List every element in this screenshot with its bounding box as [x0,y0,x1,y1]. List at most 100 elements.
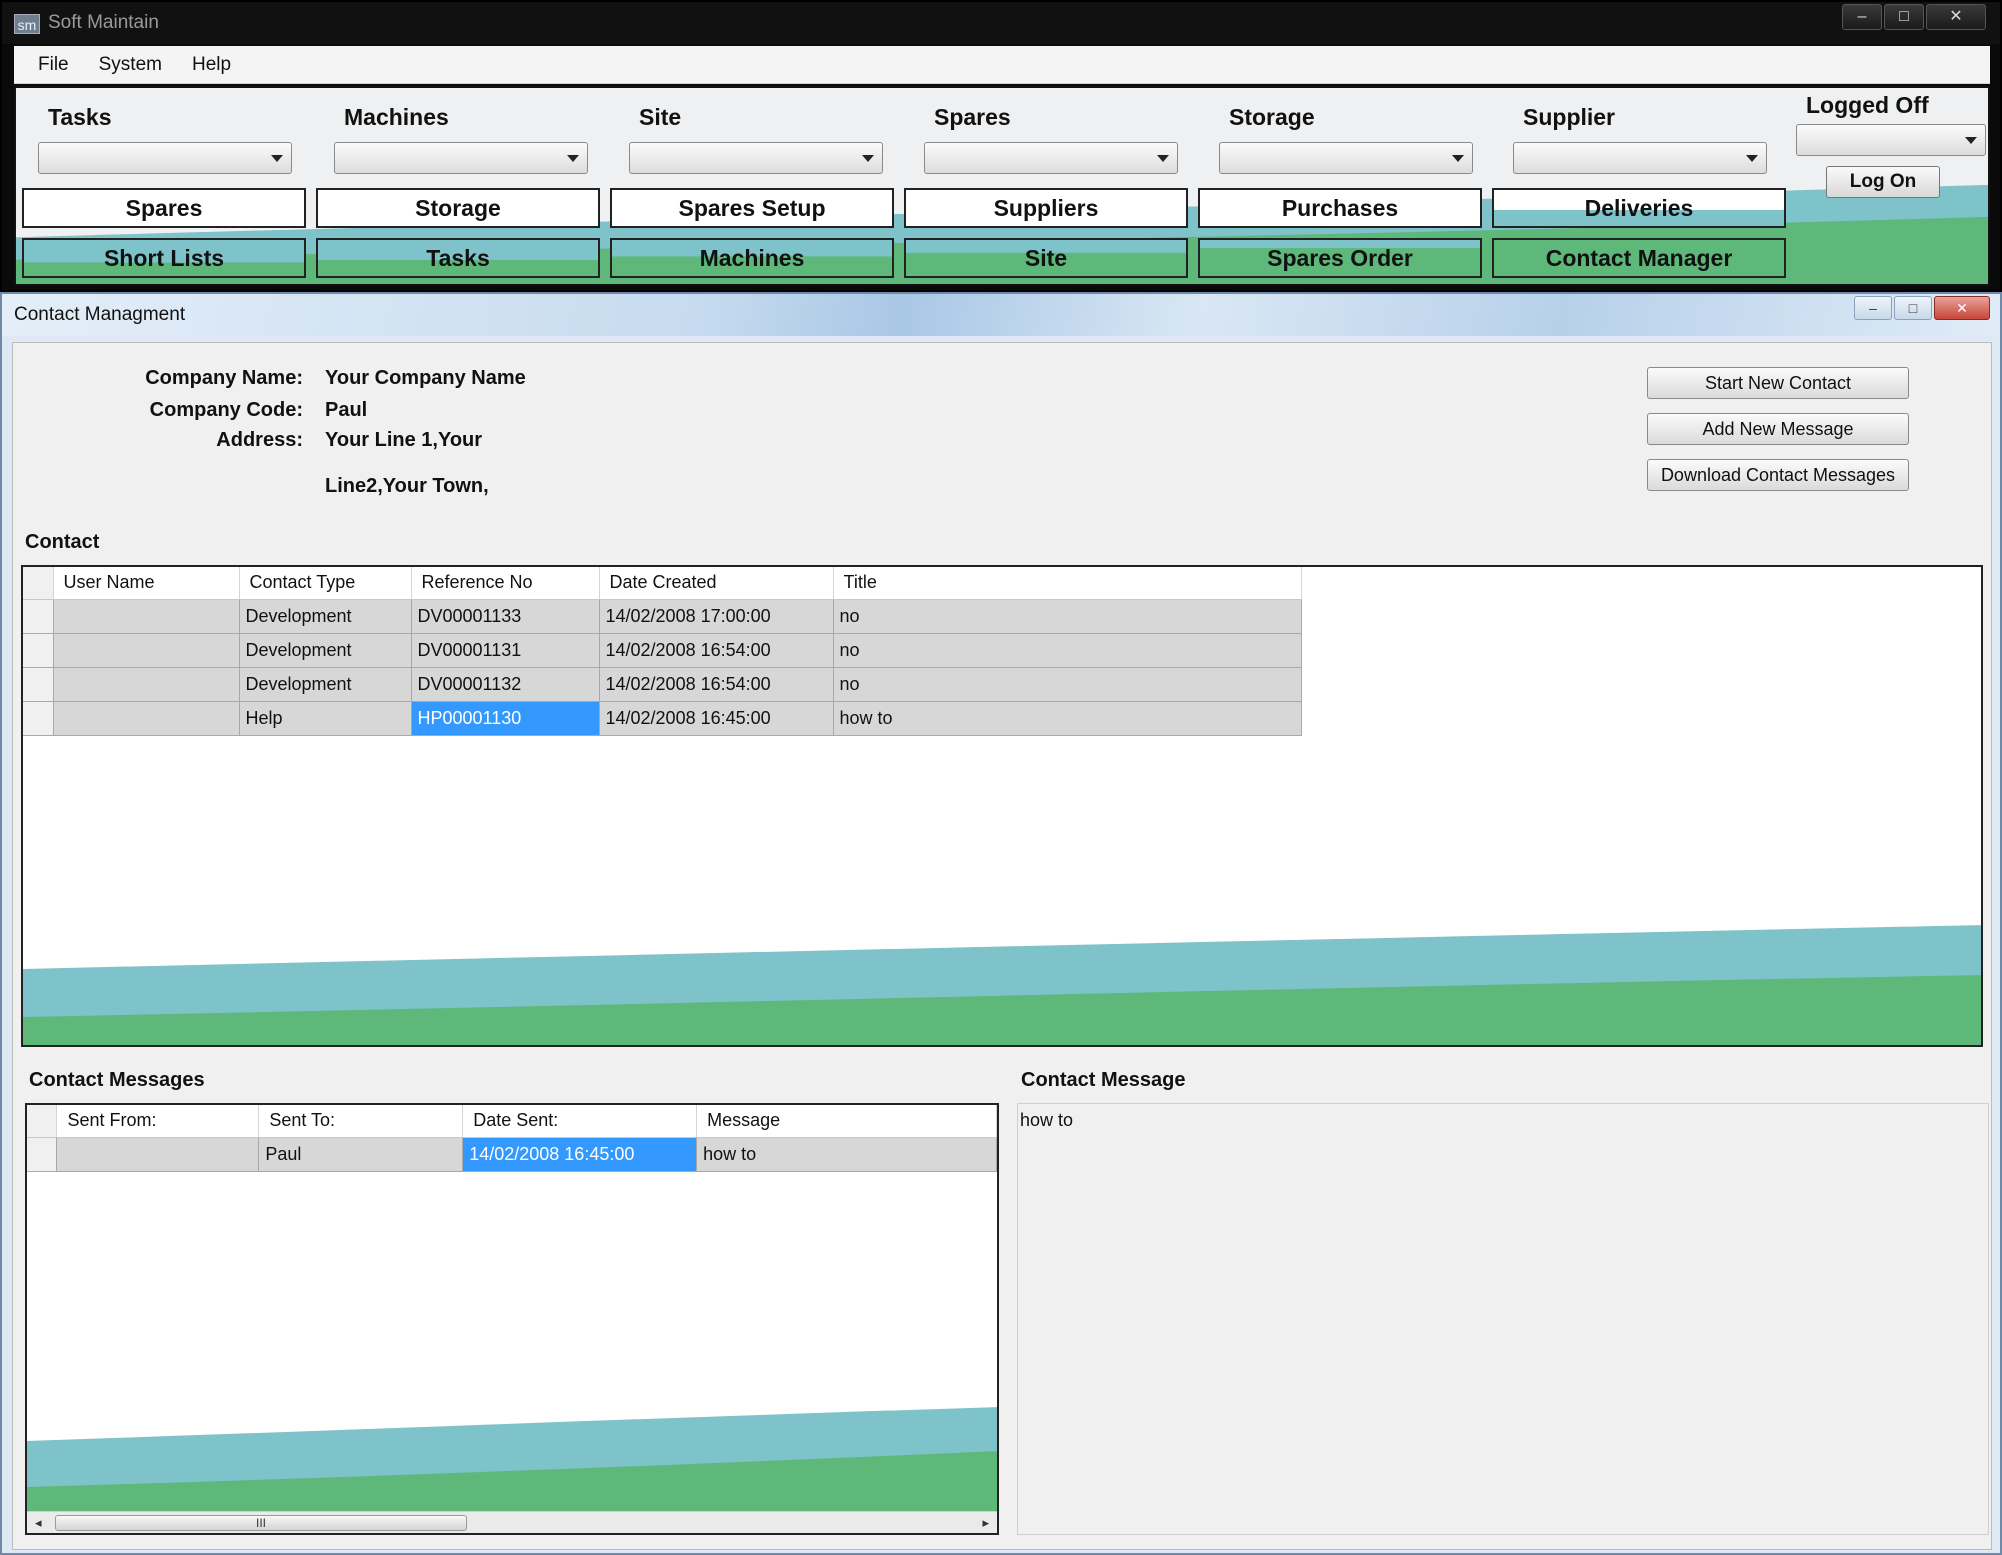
contact-messages-section-title: Contact Messages [29,1069,205,1091]
scroll-thumb[interactable]: III [55,1515,467,1531]
site-combo[interactable] [629,142,883,174]
machines-button[interactable]: Machines [610,238,894,278]
row-header[interactable] [27,1137,58,1172]
deliveries-button[interactable]: Deliveries [1492,188,1786,228]
contact-management-window: Contact Managment – □ ✕ Company Name: Yo… [0,292,2002,1555]
scroll-right-icon[interactable]: ▸ [982,1515,989,1531]
user-combo[interactable] [1796,124,1986,156]
column-header-date-created[interactable]: Date Created [599,567,834,600]
table-row[interactable]: Development DV00001132 14/02/2008 16:54:… [23,667,1302,702]
close-icon[interactable]: ✕ [1926,4,1986,30]
cell-reference-no[interactable]: DV00001131 [411,633,600,668]
chevron-down-icon [1746,155,1758,162]
cell-contact-type[interactable]: Development [239,599,412,634]
table-row[interactable]: Help HP00001130 14/02/2008 16:45:00 how … [23,701,1302,736]
machines-combo[interactable] [334,142,588,174]
cell-contact-type[interactable]: Help [239,701,412,736]
cell-reference-no-selected[interactable]: HP00001130 [411,701,600,736]
cell-date-sent-selected[interactable]: 14/02/2008 16:45:00 [462,1137,698,1172]
storage-button[interactable]: Storage [316,188,600,228]
cell-sent-from[interactable] [56,1137,260,1172]
menu-bar: File System Help [14,46,1990,84]
row-header[interactable] [23,701,54,736]
cell-contact-type[interactable]: Development [239,633,412,668]
company-code-label: Company Code: [149,399,303,421]
title-bar[interactable]: sm Soft Maintain – □ ✕ [2,2,2000,44]
column-header-title[interactable]: Title [833,567,1302,600]
tasks-button[interactable]: Tasks [316,238,600,278]
contact-message-section-title: Contact Message [1021,1069,1186,1091]
close-icon[interactable]: ✕ [1934,296,1990,320]
column-header-reference-no[interactable]: Reference No [411,567,600,600]
row-header[interactable] [23,599,54,634]
restore-icon[interactable]: □ [1894,296,1932,320]
supplier-combo[interactable] [1513,142,1767,174]
download-contact-messages-button[interactable]: Download Contact Messages [1647,459,1909,491]
cell-user-name[interactable] [53,599,240,634]
cell-user-name[interactable] [53,633,240,668]
site-button[interactable]: Site [904,238,1188,278]
add-new-message-button[interactable]: Add New Message [1647,413,1909,445]
horizontal-scrollbar[interactable]: ◂ III ▸ [27,1511,997,1533]
spares-order-button[interactable]: Spares Order [1198,238,1482,278]
contact-manager-button[interactable]: Contact Manager [1492,238,1786,278]
table-header-row: User Name Contact Type Reference No Date… [23,567,1302,600]
cell-sent-to[interactable]: Paul [258,1137,464,1172]
suppliers-button[interactable]: Suppliers [904,188,1188,228]
menu-help[interactable]: Help [192,54,231,76]
spares-setup-button[interactable]: Spares Setup [610,188,894,228]
contact-messages-table: Sent From: Sent To: Date Sent: Message P… [27,1105,997,1172]
chevron-down-icon [1157,155,1169,162]
table-row[interactable]: Paul 14/02/2008 16:45:00 how to [27,1137,997,1172]
chevron-down-icon [1452,155,1464,162]
column-header-sent-to[interactable]: Sent To: [258,1105,464,1138]
cell-title[interactable]: how to [833,701,1302,736]
cell-reference-no[interactable]: DV00001132 [411,667,600,702]
minimize-icon[interactable]: – [1842,4,1882,30]
cell-title[interactable]: no [833,599,1302,634]
column-header-message[interactable]: Message [696,1105,997,1138]
site-combo-label: Site [639,104,682,130]
menu-file[interactable]: File [38,54,69,76]
maximize-icon[interactable]: □ [1884,4,1924,30]
menu-system[interactable]: System [99,54,162,76]
spares-combo[interactable] [924,142,1178,174]
supplier-combo-label: Supplier [1523,104,1616,130]
chevron-down-icon [1965,137,1977,144]
cell-contact-type[interactable]: Development [239,667,412,702]
cell-title[interactable]: no [833,633,1302,668]
column-header-date-sent[interactable]: Date Sent: [462,1105,698,1138]
column-header-contact-type[interactable]: Contact Type [239,567,412,600]
table-row[interactable]: Development DV00001131 14/02/2008 16:54:… [23,633,1302,668]
purchases-button[interactable]: Purchases [1198,188,1482,228]
cell-user-name[interactable] [53,667,240,702]
short-lists-button[interactable]: Short Lists [22,238,306,278]
minimize-icon[interactable]: – [1854,296,1892,320]
navigation-panel: Tasks Machines Site Spares Storage Suppl… [14,86,1990,286]
spares-button[interactable]: Spares [22,188,306,228]
cell-date-created[interactable]: 14/02/2008 16:45:00 [599,701,834,736]
row-header[interactable] [23,667,54,702]
contact-messages-grid[interactable]: Sent From: Sent To: Date Sent: Message P… [25,1103,999,1535]
machines-combo-label: Machines [344,104,449,130]
storage-combo[interactable] [1219,142,1473,174]
cell-date-created[interactable]: 14/02/2008 16:54:00 [599,667,834,702]
table-row[interactable]: Development DV00001133 14/02/2008 17:00:… [23,599,1302,634]
scroll-left-icon[interactable]: ◂ [35,1515,42,1531]
tasks-combo[interactable] [38,142,292,174]
cell-title[interactable]: no [833,667,1302,702]
cell-date-created[interactable]: 14/02/2008 16:54:00 [599,633,834,668]
contact-management-body: Company Name: Your Company Name Company … [12,342,1992,1550]
cell-user-name[interactable] [53,701,240,736]
contact-message-textbox[interactable]: how to [1017,1103,1989,1535]
contact-grid[interactable]: User Name Contact Type Reference No Date… [21,565,1983,1047]
child-title-bar[interactable]: Contact Managment – □ ✕ [2,294,2000,336]
cell-message[interactable]: how to [696,1137,997,1172]
log-on-button[interactable]: Log On [1826,166,1940,198]
start-new-contact-button[interactable]: Start New Contact [1647,367,1909,399]
row-header[interactable] [23,633,54,668]
column-header-sent-from[interactable]: Sent From: [56,1105,260,1138]
column-header-user-name[interactable]: User Name [53,567,240,600]
cell-date-created[interactable]: 14/02/2008 17:00:00 [599,599,834,634]
cell-reference-no[interactable]: DV00001133 [411,599,600,634]
